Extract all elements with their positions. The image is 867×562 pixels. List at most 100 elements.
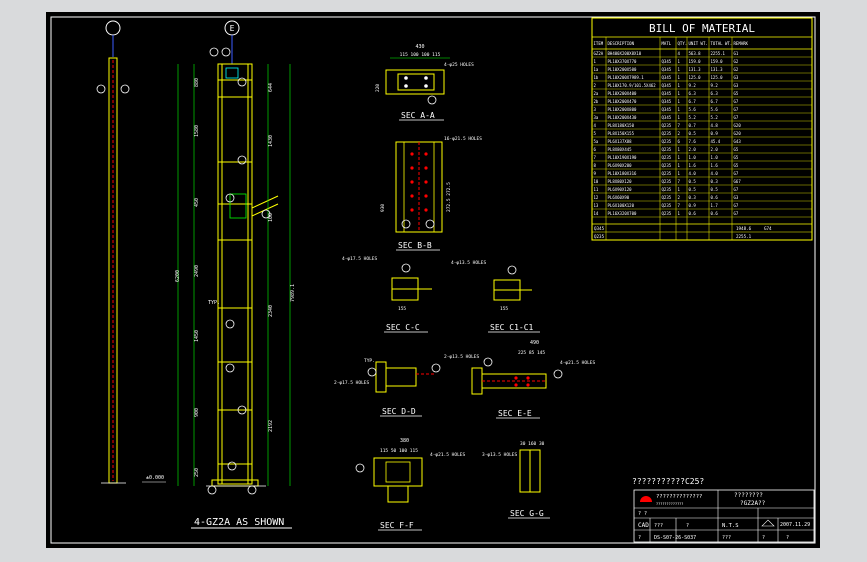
sec-c-tag (401, 263, 411, 273)
bom-row: GZ2A BH400X200X8X10 4 563.8 2255.1 G1 (592, 51, 812, 58)
sec-a-dim-side: 220 (375, 84, 381, 92)
bom-total-val-1: 1948.6 (736, 226, 752, 231)
bom-cell: 1 (678, 155, 681, 160)
bom-row: 2b PL10X200X470 Q345 1 6.7 6.7 G7 (592, 99, 812, 106)
sec-a-hole-3 (404, 84, 408, 88)
bom-cell: 2 (594, 83, 597, 88)
bom-cell: Q235 (662, 195, 672, 200)
bom-cell: 5a (594, 139, 599, 144)
sec-d-note-a: 2-φ17.5 HOLES (334, 380, 370, 386)
bom-cell: Q235 (662, 163, 672, 168)
bom-cell: 3a (594, 115, 599, 120)
bom-cell: PL16X320X700 (608, 211, 637, 216)
sec-f-tag (355, 463, 365, 473)
bom-cell: Q345 (662, 107, 672, 112)
bom-cell: G5 (734, 91, 739, 96)
sec-a-tag (427, 95, 437, 105)
sec-g-title: SEC G-G (510, 509, 544, 518)
bom-cell: 11 (594, 187, 599, 192)
bom-cell: 1.0 (711, 155, 719, 160)
bom-cell: Q235 (662, 147, 672, 152)
bom-cell: 125.0 (711, 75, 724, 80)
sec-b-hole (424, 208, 428, 212)
tb-corner: ? ? (638, 511, 647, 517)
drawing-name: ???????? (734, 492, 763, 499)
bom-row: 8 PL6X90X280 Q235 1 1.6 1.6 G5 (592, 163, 812, 170)
bom-cell: 4.0 (711, 171, 719, 176)
bom-cell: 1.6 (689, 163, 697, 168)
bom-cell: PL8X80X120 (608, 179, 633, 184)
drawing-subname: ?GZ2A?? (740, 500, 766, 507)
sec-a-hole-1 (404, 76, 408, 80)
bom-cell: 2a (594, 91, 599, 96)
bom-cell: 14 (594, 211, 599, 216)
bom-cell: G3 (734, 83, 739, 88)
dim-l6: 900 (194, 408, 200, 417)
cap-plate (217, 63, 253, 81)
bom-cell: 0.6 (711, 195, 719, 200)
bom-cell: PL10X200X400 (608, 91, 637, 96)
spec-note: ???????????C25? (632, 477, 704, 486)
sec-d-typ: TYP. (364, 358, 375, 364)
drawing-sheet: ±0.000 E 6200 880 1580 450 2490 1450 900… (46, 12, 820, 548)
bom-cell: PL10X200X430 (608, 115, 637, 120)
title-block: ???????????C25? ????????????? ? ?????????… (632, 477, 815, 543)
bom-cell: 0.3 (711, 179, 719, 184)
bom-row: 2 PL10X170.9/101.5X462 Q345 1 9.2 9.2 G3 (592, 83, 812, 90)
section-e-e: 490 225 85 145 4-φ21.5 HOLES SEC E-E (471, 340, 596, 419)
bom-cell: Q235 (662, 187, 672, 192)
bom-row: 6 PL8X80X445 Q235 1 2.0 2.0 G5 (592, 147, 812, 154)
bom-cell: G7 (734, 171, 739, 176)
sec-b-tag-2 (425, 219, 435, 229)
bom-cell: 1 (594, 59, 597, 64)
bom-cell: G3 (734, 195, 739, 200)
dim-r3: 100 (268, 213, 274, 222)
bom-row: 2a PL10X200X400 Q345 1 6.3 6.3 G5 (592, 91, 812, 98)
bom-header-cell: REMARK (734, 41, 749, 46)
sec-f-flange (385, 461, 411, 483)
tag-side-1 (96, 84, 106, 94)
tag-3 (237, 77, 247, 87)
bom-cell: 12 (594, 195, 599, 200)
sec-a-dim-top: 430 (415, 44, 424, 50)
sec-a-title: SEC A-A (401, 111, 435, 120)
bom-row: 14 PL16X320X700 Q235 1 0.6 0.6 G7 (592, 211, 812, 218)
bom-cell: 131.3 (711, 67, 724, 72)
sec-b-hole (410, 166, 414, 170)
bom-cell: 1.7 (711, 203, 719, 208)
bom-cell: PL6X90X120 (608, 187, 633, 192)
sec-b-tag-1 (401, 219, 411, 229)
bom-cell: PL6X137X88 (608, 139, 633, 144)
bom-cell: Q235 (662, 203, 672, 208)
bom-header-cell: UNIT WT. (689, 41, 708, 46)
bom-cell: 7 (678, 203, 681, 208)
bom-cell: 2 (678, 131, 681, 136)
section-b-b: 16-φ21.5 HOLES 930 272.5 272.5 SEC B-B (380, 136, 482, 251)
sec-d-title: SEC D-D (382, 407, 416, 416)
section-f-f: 380 115 50 100 115 4-φ21.5 HOLES SEC F-F (355, 438, 466, 531)
bom-cell: 5 (594, 131, 597, 136)
bom-cell: 5.2 (711, 115, 719, 120)
dim-r2: 1430 (268, 135, 274, 147)
bom-cell: 159.0 (689, 59, 702, 64)
section-g-g: 30 160 30 3-φ13.5 HOLES SEC G-G (482, 441, 550, 519)
tag-12 (237, 155, 247, 165)
bom-row: 9 PL10X180X316 Q235 1 4.0 4.0 G7 (592, 171, 812, 178)
bom-row: 3 PL10X200X800 Q345 1 5.6 5.6 G7 (592, 107, 812, 114)
dim-r1: 644 (268, 83, 274, 92)
bom-cell: PL6X60X90 (608, 195, 630, 200)
bom-cell: PL8X80X445 (608, 147, 633, 152)
bom-cell: G7 (734, 187, 739, 192)
base-plate (211, 479, 259, 487)
bom-cell: 1 (678, 75, 681, 80)
bom-cell: 2.0 (711, 147, 719, 152)
level-mark: ±0.000 (146, 475, 164, 481)
sec-f-title: SEC F-F (380, 521, 414, 530)
bom-cell: 1 (678, 211, 681, 216)
dim-total: 6200 (175, 270, 181, 282)
company-subname: ????????????? (656, 502, 683, 506)
tag-10 (209, 47, 219, 57)
bom-cell: Q235 (662, 139, 672, 144)
bom-cell: 1.0 (689, 155, 697, 160)
tag-11 (221, 47, 231, 57)
